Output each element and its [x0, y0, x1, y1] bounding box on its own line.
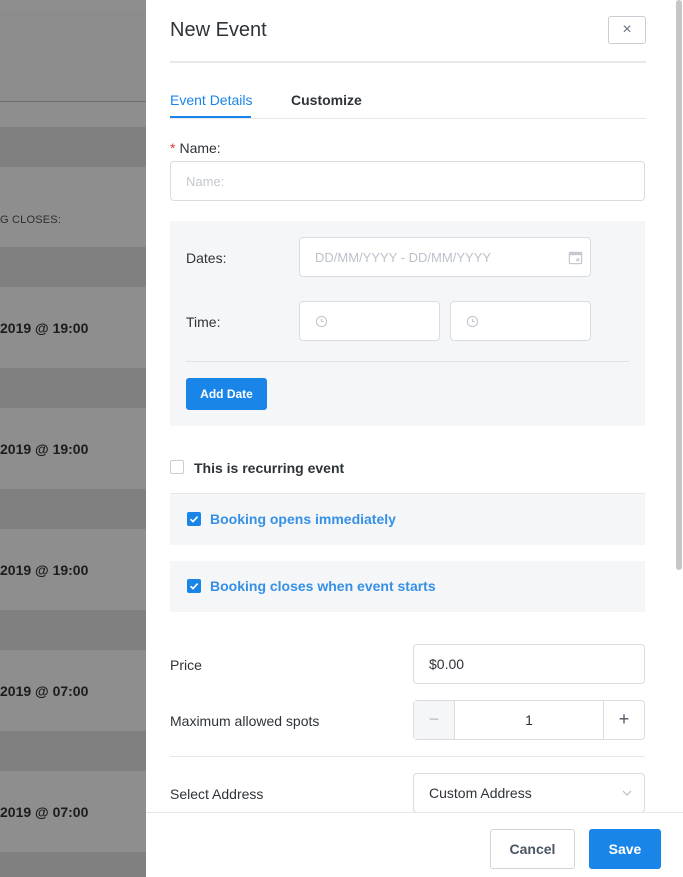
bg-band [0, 127, 146, 167]
bg-event-date: 2019 @ 19:00 [0, 441, 89, 457]
bg-band [0, 11, 146, 101]
bg-band [0, 610, 146, 650]
clock-icon [466, 315, 479, 327]
tab-event-details[interactable]: Event Details [170, 92, 252, 108]
date-range-input[interactable]: DD/MM/YYYY - DD/MM/YYYY [299, 237, 591, 277]
dates-section: Dates: DD/MM/YYYY - DD/MM/YYYY Time: Add… [170, 221, 645, 426]
bg-booking-closes-label: G CLOSES: [0, 214, 62, 226]
booking-closes-label[interactable]: Booking closes when event starts [210, 578, 436, 594]
name-label-text: Name: [179, 140, 221, 156]
section-divider [170, 756, 645, 757]
spots-label: Maximum allowed spots [170, 713, 320, 729]
tab-customize[interactable]: Customize [291, 92, 362, 108]
address-value: Custom Address [429, 785, 532, 801]
end-time-input[interactable] [450, 301, 591, 341]
start-time-input[interactable] [299, 301, 440, 341]
bg-event-date: 2019 @ 19:00 [0, 320, 89, 336]
spots-stepper: − 1 + [413, 700, 645, 740]
recurring-label[interactable]: This is recurring event [194, 460, 344, 476]
drawer-footer: Cancel Save [146, 812, 683, 877]
address-select[interactable]: Custom Address [413, 773, 645, 813]
address-label: Select Address [170, 786, 264, 802]
chevron-down-icon [622, 790, 632, 796]
booking-closes-row: Booking closes when event starts [170, 561, 645, 612]
booking-opens-label[interactable]: Booking opens immediately [210, 511, 396, 527]
name-input[interactable]: Name: [170, 161, 645, 201]
booking-opens-checkbox[interactable] [187, 512, 201, 526]
bg-event-date: 2019 @ 07:00 [0, 683, 89, 699]
active-tab-indicator [170, 116, 251, 118]
bg-band [0, 852, 146, 877]
date-range-placeholder: DD/MM/YYYY - DD/MM/YYYY [315, 249, 492, 265]
bg-band [0, 489, 146, 529]
name-label: * Name: [170, 140, 221, 156]
check-icon [189, 583, 199, 590]
booking-closes-checkbox[interactable] [187, 579, 201, 593]
increment-button[interactable]: + [603, 701, 644, 739]
bg-event-date: 2019 @ 19:00 [0, 562, 89, 578]
required-mark: * [170, 140, 176, 156]
dates-divider [186, 361, 629, 362]
booking-opens-row: Booking opens immediately [170, 494, 645, 545]
title-divider [170, 61, 646, 63]
bg-band [0, 368, 146, 408]
bg-band [0, 731, 146, 771]
decrement-button[interactable]: − [414, 701, 455, 739]
background-event-list: G CLOSES: 2019 @ 19:00 2019 @ 19:00 2019… [0, 0, 146, 877]
bg-divider [0, 101, 146, 102]
add-date-button[interactable]: Add Date [186, 378, 267, 410]
new-event-drawer: New Event × Event Details Customize * Nam… [146, 0, 683, 877]
cancel-button[interactable]: Cancel [490, 829, 575, 869]
recurring-checkbox[interactable] [170, 460, 184, 474]
save-button[interactable]: Save [589, 829, 661, 869]
price-input[interactable]: $0.00 [413, 644, 645, 684]
tabs-divider [170, 118, 646, 119]
clock-icon [315, 315, 328, 327]
time-label: Time: [186, 314, 221, 330]
price-label: Price [170, 657, 202, 673]
dates-label: Dates: [186, 250, 227, 266]
bg-band [0, 247, 146, 287]
calendar-icon [568, 251, 583, 265]
price-value: $0.00 [429, 656, 465, 672]
spots-value[interactable]: 1 [455, 701, 603, 739]
close-icon: × [622, 21, 632, 38]
bg-event-date: 2019 @ 07:00 [0, 804, 89, 820]
name-placeholder: Name: [186, 173, 225, 189]
check-icon [189, 516, 199, 523]
close-button[interactable]: × [608, 16, 646, 44]
drawer-title: New Event [170, 19, 267, 41]
drawer-scrollbar[interactable] [676, 0, 682, 570]
bg-band [0, 0, 146, 11]
